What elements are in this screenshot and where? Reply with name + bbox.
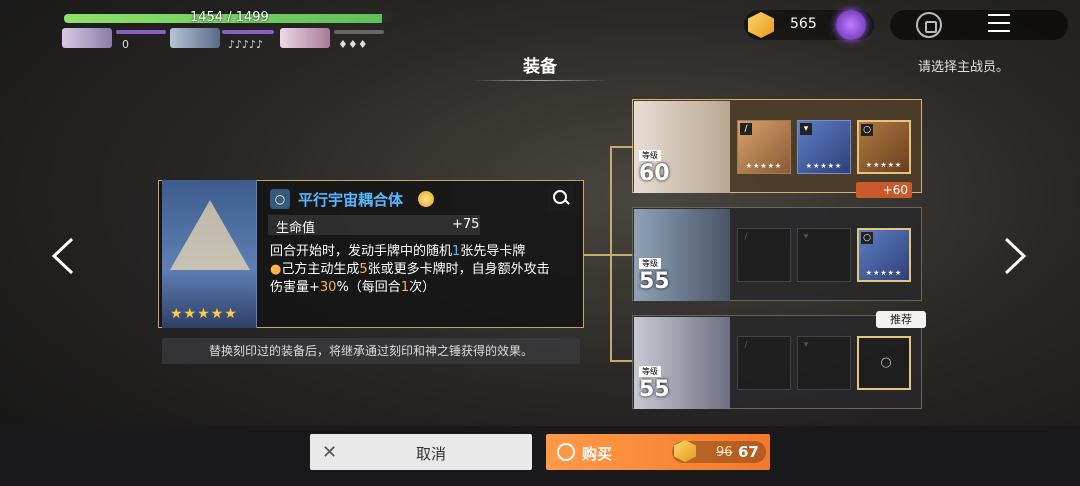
- level-number: 55: [639, 269, 670, 294]
- hamburger-line: [988, 30, 1010, 32]
- desc-text: 张或更多卡牌时，自身额外攻击: [367, 262, 550, 277]
- buy-label: 购买: [582, 445, 613, 463]
- desc-text: 己方主动生成: [281, 262, 360, 277]
- recommend-badge: 推荐: [876, 311, 926, 328]
- lock-button[interactable]: [916, 12, 942, 38]
- desc-text: 张先导卡牌: [460, 244, 526, 259]
- level-number: 55: [639, 377, 670, 402]
- connector-line: [610, 146, 612, 360]
- search-icon[interactable]: [548, 185, 574, 211]
- sun-bullet-icon: ●: [270, 262, 282, 277]
- original-price: 96: [716, 445, 733, 460]
- hamburger-line: [988, 14, 1010, 16]
- ring-icon: ○: [880, 355, 892, 370]
- desc-number: 1: [400, 280, 410, 295]
- party-member-2[interactable]: [170, 28, 220, 48]
- slot-stars: ★★★★★: [805, 162, 843, 170]
- hp-text: 1454 / 1499: [190, 10, 269, 25]
- level-number: 60: [639, 161, 670, 186]
- level-tag: 等级: [639, 258, 661, 269]
- desc-number: 5: [359, 262, 368, 277]
- buy-circle-icon: [557, 443, 575, 461]
- connector-line: [584, 254, 612, 256]
- party-member-1[interactable]: [62, 28, 112, 48]
- weapon-slot[interactable]: / ★★★★★: [737, 120, 791, 174]
- character-card-3[interactable]: 等级 55 / ▾ ○: [632, 315, 922, 409]
- weapon-slot-empty[interactable]: /: [737, 228, 791, 282]
- party-portrait: [170, 28, 220, 48]
- sword-icon: /: [744, 232, 748, 242]
- party-portrait: [280, 28, 330, 48]
- menu-button[interactable]: [988, 14, 1010, 34]
- armor-icon: ▾: [803, 340, 809, 350]
- instruction-hint: 请选择主战员。: [918, 60, 1010, 75]
- hamburger-line: [988, 22, 1010, 24]
- level-tag: 等级: [639, 150, 661, 161]
- party-member-3[interactable]: [280, 28, 330, 48]
- ring-icon: ○: [861, 124, 873, 136]
- party-member-3-count: ♦♦♦: [338, 38, 368, 51]
- armor-icon: ▾: [803, 232, 809, 242]
- item-description: 回合开始时，发动手牌中的随机 1 张先导卡牌 ●己方主动生成5张或更多卡牌时，自身额…: [270, 243, 570, 297]
- weapon-slot-empty[interactable]: /: [737, 336, 791, 390]
- rarity-sun-icon: [418, 191, 434, 207]
- character-card-1[interactable]: 等级 60 / ★★★★★ ▾ ★★★★★ ○ ★★★★★: [632, 99, 922, 193]
- chevron-left-icon[interactable]: [50, 236, 76, 276]
- party-member-1-bar: [116, 30, 166, 34]
- sword-icon: /: [744, 340, 748, 350]
- desc-text: 回合开始时，发动手牌中的随机: [270, 244, 453, 259]
- sword-icon: /: [740, 123, 752, 135]
- accessory-slot-empty[interactable]: ○: [857, 336, 911, 390]
- slot-stars: ★★★★★: [745, 162, 783, 170]
- character-card-2[interactable]: 等级 55 / ▾ ○ ★★★★★: [632, 207, 922, 301]
- level-box: 等级 60: [639, 150, 670, 186]
- ring-icon: ○: [861, 232, 873, 244]
- stat-bonus-badge: +60: [856, 182, 912, 198]
- relic-orb-icon[interactable]: [836, 10, 866, 40]
- party-member-2-bar: [222, 30, 274, 34]
- desc-number: 30: [319, 280, 337, 295]
- armor-slot-empty[interactable]: ▾: [797, 336, 851, 390]
- armor-icon: ▾: [800, 123, 812, 135]
- title-divider: [470, 80, 610, 81]
- party-member-3-bar: [334, 30, 384, 34]
- item-name: 平行宇宙耦合体: [298, 191, 404, 209]
- stat-label: 生命值: [276, 221, 316, 236]
- page-title: 装备: [523, 57, 557, 77]
- item-stars: ★★★★★: [170, 306, 238, 322]
- desc-text: 伤害量+: [270, 280, 320, 295]
- pyramid-artifact-icon: [170, 200, 250, 270]
- level-box: 等级 55: [639, 258, 670, 294]
- connector-line: [610, 360, 634, 362]
- inherit-footnote: 替换刻印过的装备后，将继承通过刻印和神之锤获得的效果。: [162, 338, 580, 364]
- level-tag: 等级: [639, 366, 661, 377]
- cancel-label: 取消: [415, 445, 446, 463]
- currency-amount: 565: [790, 16, 817, 32]
- party-member-1-count: 0: [122, 38, 129, 51]
- desc-text: 次）: [409, 280, 436, 295]
- sale-price: 67: [738, 443, 759, 461]
- level-box: 等级 55: [639, 366, 670, 402]
- party-portrait: [62, 28, 112, 48]
- chevron-right-icon[interactable]: [1002, 236, 1028, 276]
- party-member-2-count: ♪♪♪♪♪: [228, 38, 264, 51]
- connector-line: [610, 146, 634, 148]
- desc-text: %（每回合: [336, 280, 401, 295]
- ring-slot-icon: ○: [270, 189, 290, 209]
- connector-line: [610, 254, 634, 256]
- armor-slot-empty[interactable]: ▾: [797, 228, 851, 282]
- armor-slot[interactable]: ▾ ★★★★★: [797, 120, 851, 174]
- stat-value: +75: [452, 217, 480, 232]
- slot-stars: ★★★★★: [865, 269, 903, 277]
- accessory-slot[interactable]: ○ ★★★★★: [857, 228, 911, 282]
- slot-stars: ★★★★★: [865, 161, 903, 169]
- accessory-slot[interactable]: ○ ★★★★★: [857, 120, 911, 174]
